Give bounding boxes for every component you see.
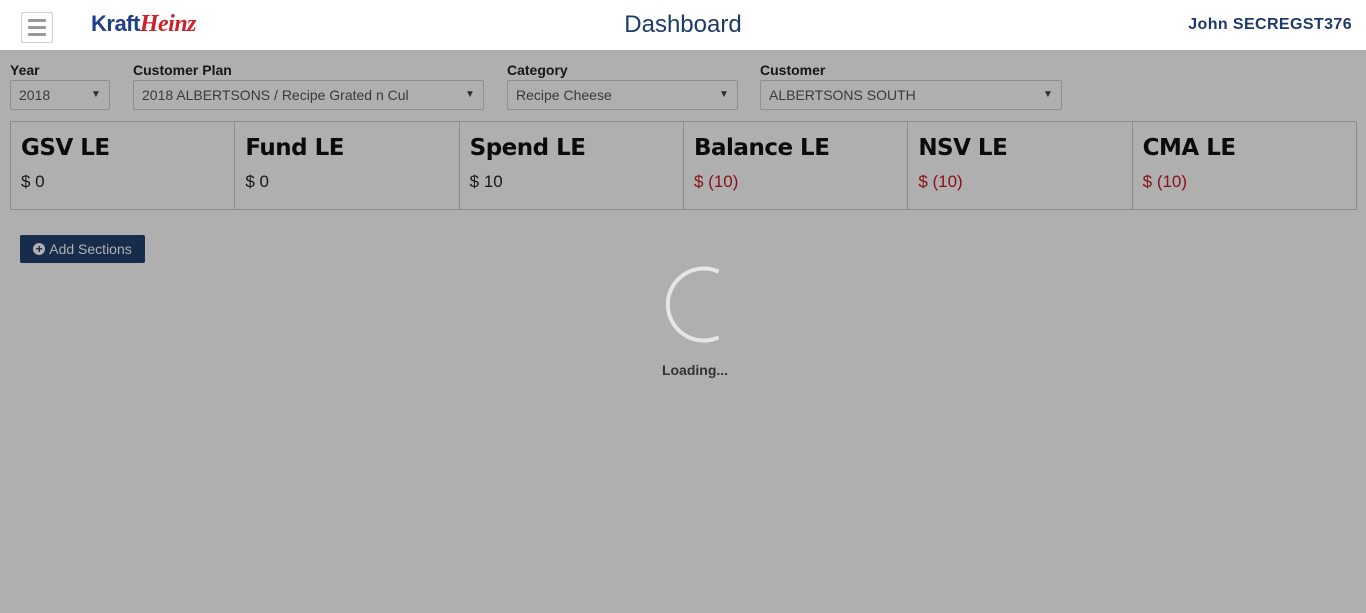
user-name[interactable]: John SECREGST376 bbox=[1188, 16, 1352, 34]
menu-icon[interactable] bbox=[21, 12, 53, 43]
kraftheinz-logo[interactable]: KraftHeinz bbox=[91, 11, 197, 37]
page-title: Dashboard bbox=[624, 11, 742, 38]
loading-spinner-icon bbox=[665, 266, 719, 343]
top-header: KraftHeinz Dashboard John SECREGST376 bbox=[0, 0, 1366, 50]
loading-text: Loading... bbox=[661, 362, 729, 378]
